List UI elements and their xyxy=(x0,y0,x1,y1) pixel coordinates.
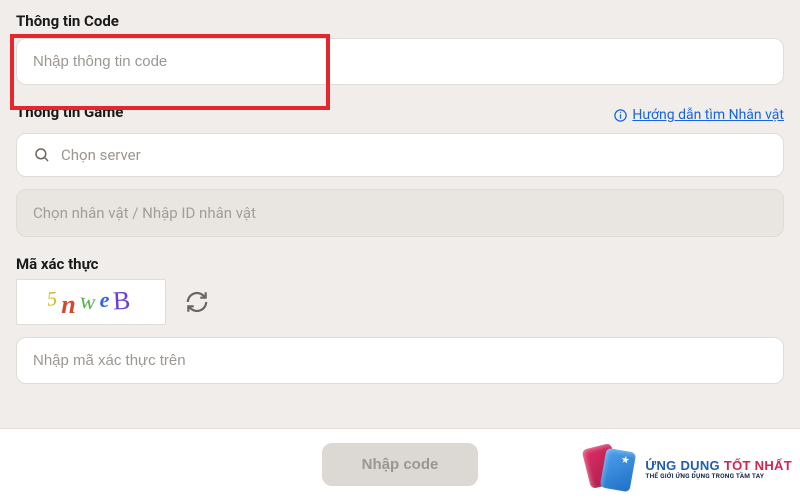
captcha-section: Mã xác thực 5 n w e B xyxy=(16,255,784,384)
character-placeholder: Chọn nhân vật / Nhập ID nhân vật xyxy=(33,204,256,222)
captcha-input[interactable] xyxy=(16,337,784,384)
help-link-find-character[interactable]: Hướng dẫn tìm Nhân vật xyxy=(613,107,784,123)
character-select: Chọn nhân vật / Nhập ID nhân vật xyxy=(16,189,784,237)
section-label-game: Thông tin Game xyxy=(16,103,123,121)
submit-button[interactable]: Nhập code xyxy=(322,443,479,486)
refresh-icon[interactable] xyxy=(184,289,210,315)
search-icon xyxy=(33,146,51,164)
info-icon xyxy=(613,108,628,123)
watermark-phones-icon xyxy=(581,448,639,490)
server-placeholder: Chọn server xyxy=(61,146,141,164)
watermark-logo: ỨNG DỤNG TỐT NHẤT THẾ GIỚI ỨNG DỤNG TRON… xyxy=(581,448,792,490)
help-link-text: Hướng dẫn tìm Nhân vật xyxy=(632,107,784,123)
server-select[interactable]: Chọn server xyxy=(16,133,784,177)
watermark-subtitle: THẾ GIỚI ỨNG DỤNG TRONG TẦM TAY xyxy=(645,472,792,480)
watermark-title: ỨNG DỤNG TỐT NHẤT xyxy=(645,458,792,473)
game-section: Thông tin Game Hướng dẫn tìm Nhân vật Ch… xyxy=(16,103,784,237)
code-input[interactable] xyxy=(16,38,784,85)
captcha-image: 5 n w e B xyxy=(16,279,166,325)
section-label-code: Thông tin Code xyxy=(16,12,784,30)
section-label-captcha: Mã xác thực xyxy=(16,255,784,273)
code-section: Thông tin Code xyxy=(16,14,784,85)
